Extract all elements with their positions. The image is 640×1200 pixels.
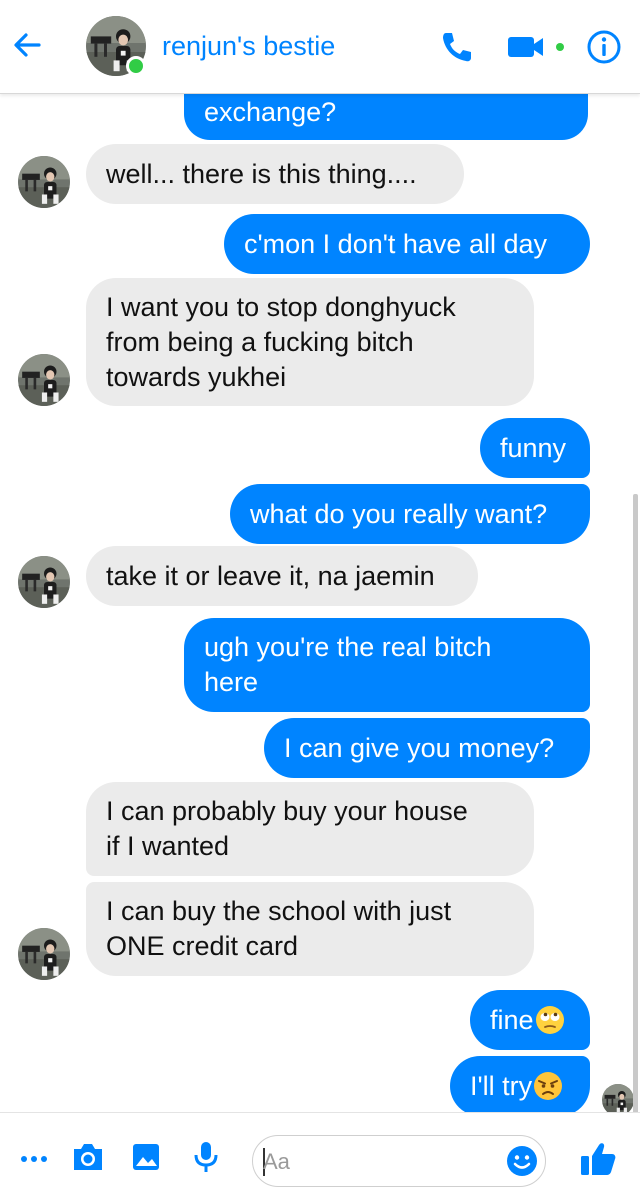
message-bubble-incoming[interactable]: I want you to stop donghyuck from being …	[86, 278, 534, 406]
message-bubble-incoming[interactable]: well... there is this thing....	[86, 144, 464, 204]
message-bubble-outgoing[interactable]: funny	[480, 418, 590, 478]
smiley-icon	[507, 1146, 537, 1176]
message-text: I can buy the school with just ONE credi…	[106, 896, 452, 961]
message-text: I want you to stop donghyuck from being …	[106, 291, 456, 392]
scrollbar[interactable]	[633, 494, 638, 1112]
message-text: take it or leave it, na jaemin	[106, 560, 435, 591]
message-bubble-incoming[interactable]: take it or leave it, na jaemin	[86, 546, 478, 606]
back-button[interactable]	[8, 26, 46, 64]
message-text: funny	[500, 432, 567, 463]
message-text: c'mon I don't have all day	[244, 228, 547, 259]
contact-name[interactable]: renjun's bestie	[162, 29, 335, 63]
message-text: what do you really want?	[250, 498, 548, 529]
online-status-dot	[126, 56, 146, 76]
camera-icon	[74, 1144, 102, 1170]
message-composer	[0, 1112, 640, 1200]
contact-avatar[interactable]	[86, 16, 146, 76]
sender-avatar[interactable]	[18, 556, 70, 608]
thumbs-up-icon	[581, 1143, 616, 1175]
more-dots-icon	[21, 1156, 47, 1162]
like-button[interactable]	[576, 1137, 620, 1181]
message-text: exchange?	[204, 97, 337, 127]
angry-face-emoji-icon	[534, 1072, 563, 1100]
message-bubble-outgoing[interactable]: I can give you money?	[264, 718, 590, 778]
message-text: fine	[490, 1004, 534, 1035]
eye-roll-emoji-icon	[535, 1006, 564, 1034]
seen-receipt-avatar	[602, 1084, 634, 1112]
sender-avatar[interactable]	[18, 156, 70, 208]
message-input[interactable]	[263, 1144, 503, 1180]
avatar-photo	[602, 1084, 634, 1112]
arrow-left-icon	[14, 33, 41, 57]
voice-clip-button[interactable]	[186, 1137, 226, 1177]
message-bubble-outgoing[interactable]: ugh you're the real bitch here	[184, 618, 590, 712]
message-bubble-outgoing[interactable]: I'll try	[450, 1056, 590, 1112]
sender-avatar[interactable]	[18, 928, 70, 980]
message-bubble-incoming[interactable]: I can probably buy your house if I wante…	[86, 782, 534, 876]
message-text: ugh you're the real bitch here	[204, 632, 492, 697]
emoji-button[interactable]	[502, 1141, 542, 1181]
message-thread[interactable]: exchange? well... there is this thing...…	[0, 94, 640, 1112]
avatar-photo	[18, 354, 70, 406]
avatar-photo	[18, 556, 70, 608]
voice-call-button[interactable]	[438, 28, 476, 66]
more-actions-button[interactable]	[14, 1139, 54, 1179]
message-text: I can probably buy your house if I wante…	[106, 796, 468, 861]
video-camera-icon	[508, 37, 564, 57]
phone-icon	[443, 33, 471, 62]
message-bubble-outgoing[interactable]: c'mon I don't have all day	[224, 214, 590, 274]
conversation-info-button[interactable]	[586, 29, 622, 65]
message-bubble-incoming[interactable]: I can buy the school with just ONE credi…	[86, 882, 534, 976]
conversation-header: renjun's bestie	[0, 0, 640, 94]
message-bubble-outgoing[interactable]: exchange?	[184, 94, 588, 140]
message-text: I'll try	[470, 1070, 533, 1101]
camera-button[interactable]	[68, 1137, 108, 1177]
message-bubble-outgoing[interactable]: fine	[470, 990, 590, 1050]
gallery-button[interactable]	[126, 1137, 166, 1177]
avatar-photo	[18, 156, 70, 208]
sender-avatar[interactable]	[18, 354, 70, 406]
message-text: I can give you money?	[284, 732, 555, 763]
microphone-icon	[194, 1142, 218, 1172]
message-bubble-outgoing[interactable]: what do you really want?	[230, 484, 590, 544]
message-text: well... there is this thing....	[106, 158, 417, 189]
avatar-photo	[18, 928, 70, 980]
video-call-button[interactable]	[506, 30, 568, 64]
info-icon	[587, 30, 621, 64]
image-icon	[133, 1144, 159, 1170]
